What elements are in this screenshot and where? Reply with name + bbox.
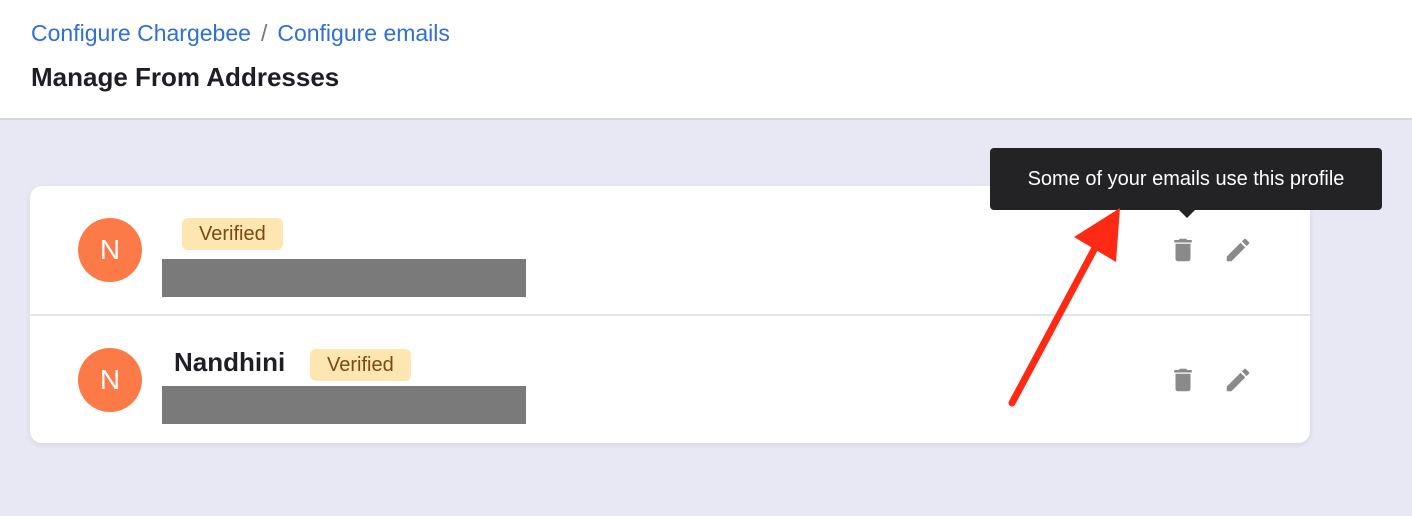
red-arrow-annotation <box>1008 208 1120 407</box>
